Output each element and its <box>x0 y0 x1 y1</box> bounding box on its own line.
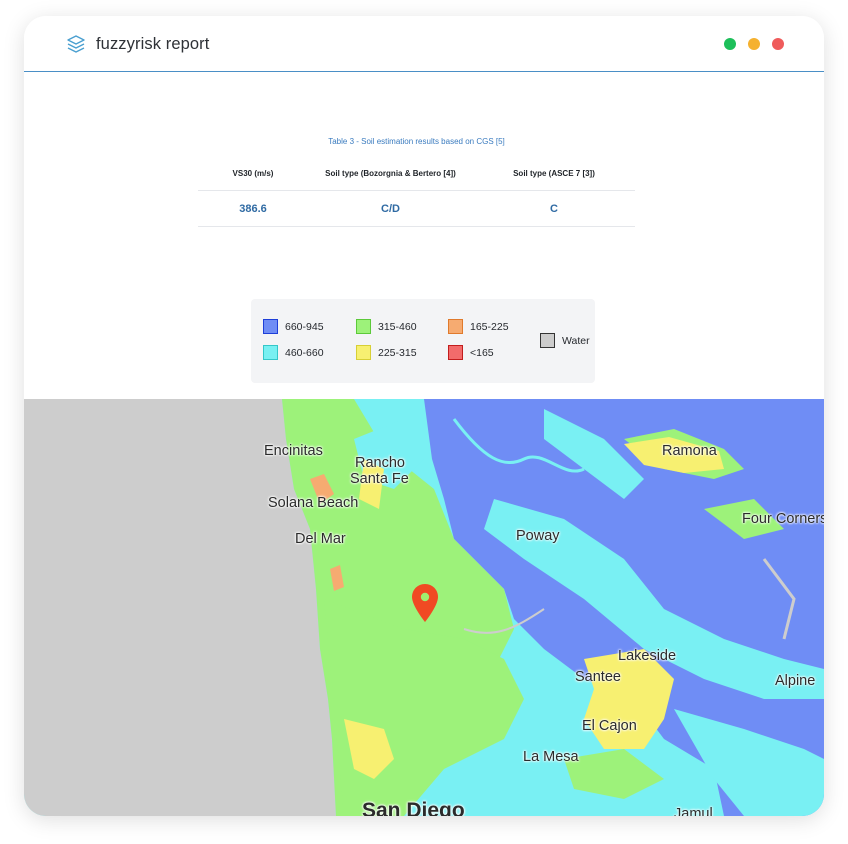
legend-item: <165 <box>448 345 494 360</box>
table-caption: Table 3 - Soil estimation results based … <box>328 137 505 146</box>
map-label: San Diego <box>362 799 465 816</box>
map-label: Santa Fe <box>350 471 409 487</box>
header-soil-asce: Soil type (ASCE 7 [3]) <box>513 168 595 178</box>
soil-results-table: VS30 (m/s) Soil type (Bozorgnia & Berter… <box>198 156 635 227</box>
legend-label: <165 <box>470 346 494 359</box>
legend-item: 165-225 <box>448 319 509 334</box>
map-label: Ramona <box>662 443 717 459</box>
legend-swatch <box>448 319 463 334</box>
app-title: fuzzyrisk report <box>96 35 210 53</box>
map-label: Lakeside <box>618 648 677 664</box>
map-label: Rancho <box>355 455 405 471</box>
legend-swatch <box>263 345 278 360</box>
legend-item: Water <box>540 333 590 348</box>
table-row: 386.6 C/D C <box>198 191 635 227</box>
title-bar: fuzzyrisk report <box>24 16 824 72</box>
legend-item: 225-315 <box>356 345 417 360</box>
map-label: Solana Beach <box>268 495 359 511</box>
cell-soil-asce: C <box>550 202 558 215</box>
legend-item: 460-660 <box>263 345 324 360</box>
map-label: La Mesa <box>523 749 579 765</box>
layers-icon <box>67 35 85 53</box>
map-label: Poway <box>516 528 560 544</box>
legend-swatch <box>356 345 371 360</box>
legend-swatch <box>448 345 463 360</box>
map-label: El Cajon <box>582 718 637 734</box>
legend-label: 660-945 <box>285 320 324 333</box>
map-label: Santee <box>575 669 621 685</box>
location-pin-icon[interactable] <box>411 583 439 623</box>
legend-swatch <box>540 333 555 348</box>
map-label: Alpine <box>775 673 816 689</box>
legend-label: 225-315 <box>378 346 417 359</box>
legend-item: 315-460 <box>356 319 417 334</box>
soil-map[interactable]: Encinitas Rancho Santa Fe Solana Beach R… <box>24 399 824 816</box>
legend-swatch <box>263 319 278 334</box>
legend-swatch <box>356 319 371 334</box>
legend-label: 460-660 <box>285 346 324 359</box>
legend-label: 315-460 <box>378 320 417 333</box>
window-dot-yellow[interactable] <box>748 38 760 50</box>
window-dot-green[interactable] <box>724 38 736 50</box>
vs30-legend: 660-945 460-660 315-460 225-315 165-225 … <box>251 299 595 383</box>
window-dot-red[interactable] <box>772 38 784 50</box>
cell-soil-bozorgnia: C/D <box>381 202 400 215</box>
header-vs30: VS30 (m/s) <box>232 168 274 178</box>
map-label: Del Mar <box>295 531 346 547</box>
legend-item: 660-945 <box>263 319 324 334</box>
map-label: Encinitas <box>264 443 323 459</box>
table-header-row: VS30 (m/s) Soil type (Bozorgnia & Berter… <box>198 156 635 191</box>
legend-label: 165-225 <box>470 320 509 333</box>
report-window: fuzzyrisk report Table 3 - Soil estimati… <box>24 16 824 816</box>
legend-label: Water <box>562 334 590 347</box>
map-label: Jamul <box>674 806 713 816</box>
header-soil-bozorgnia: Soil type (Bozorgnia & Bertero [4]) <box>325 168 456 178</box>
map-label: Four Corners <box>742 511 824 527</box>
cell-vs30: 386.6 <box>239 202 267 215</box>
